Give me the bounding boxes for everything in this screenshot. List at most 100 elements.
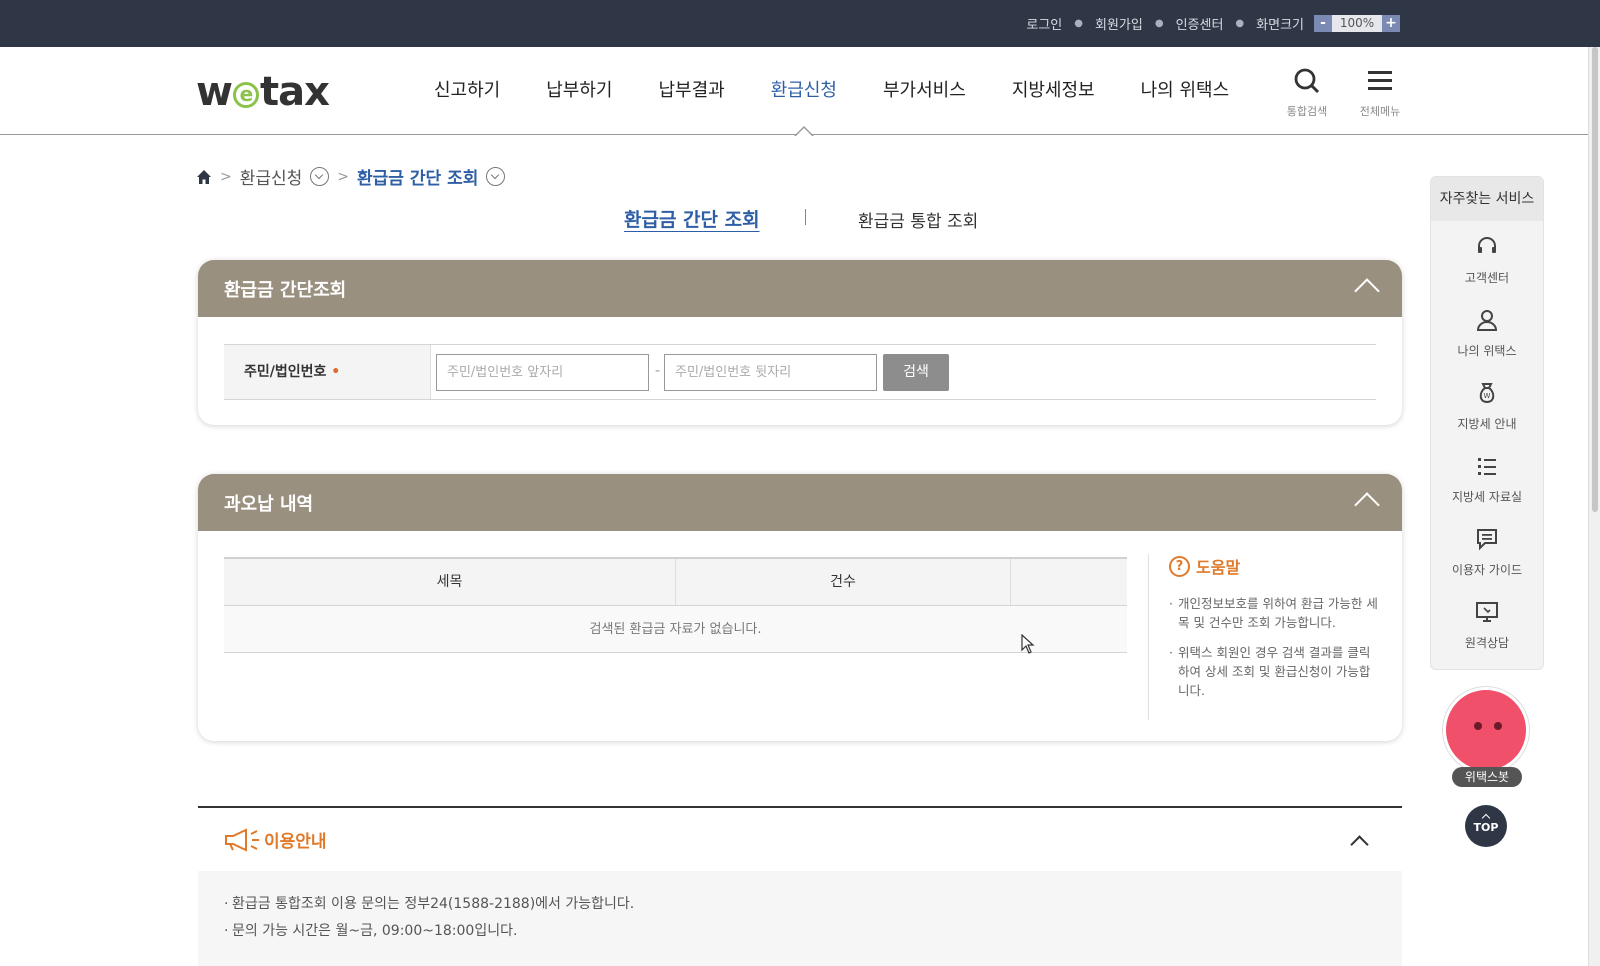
help-list: 개인정보보호를 위하여 환급 가능한 세목 및 건수만 조회 가능합니다. 위택… [1169,594,1378,700]
utility-links: 로그인 ● 회원가입 ● 인증센터 ● 화면크기 - 100% + [1026,0,1400,47]
chevron-up-icon[interactable] [1354,492,1380,518]
screen-size-label: 화면크기 [1256,18,1304,33]
quick-menu-title: 자주찾는 서비스 [1431,177,1543,221]
main-navigation: 신고하기 납부하기 납부결과 환급신청 부가서비스 지방세정보 나의 위택스 [434,47,1275,137]
separator-dot: ● [1154,18,1164,29]
chevron-down-icon[interactable] [486,167,506,186]
hamburger-icon [1368,71,1392,90]
help-item: 위택스 회원인 경우 검색 결과를 클릭하여 상세 조회 및 환급신청이 가능합… [1169,643,1378,700]
search-button[interactable]: 검색 [883,354,949,391]
tab-integrated-inquiry[interactable]: 환급금 통합 조회 [858,207,978,232]
top-utility-bar: 로그인 ● 회원가입 ● 인증센터 ● 화면크기 - 100% + [0,0,1600,47]
panel-title: 과오납 내역 [224,494,314,515]
usage-info-header: 이용안내 [198,808,1402,871]
search-label: 통합검색 [1286,105,1328,118]
quick-item-label: 지방세 자료실 [1451,490,1523,504]
chatbot-eye [1474,722,1482,730]
megaphone-icon [225,828,259,852]
help-item: 개인정보보호를 위하여 환급 가능한 세목 및 건수만 조회 가능합니다. [1169,594,1378,632]
chat-icon [1477,529,1497,551]
zoom-in-button[interactable]: + [1382,15,1400,32]
chatbot-avatar [1443,687,1529,773]
site-header: w e tax 신고하기 납부하기 납부결과 환급신청 부가서비스 지방세정보 나의… [0,47,1600,137]
nav-payment-result[interactable]: 납부결과 [659,47,725,135]
nav-payment[interactable]: 납부하기 [546,47,612,135]
signup-link[interactable]: 회원가입 [1095,14,1143,33]
logo-text-tax: tax [259,69,330,115]
user-icon [1476,310,1498,331]
quick-item-label: 지방세 안내 [1457,417,1517,431]
chevron-up-icon[interactable] [1350,835,1369,854]
page-scrollbar[interactable] [1588,47,1600,966]
menu-label: 전체메뉴 [1359,105,1401,118]
breadcrumb-separator: > [220,168,232,185]
empty-row-message: 검색된 환급금 자료가 없습니다. [224,606,1127,653]
panel-title: 환급금 간단조회 [224,280,347,301]
login-link[interactable]: 로그인 [1026,14,1062,33]
separator-dot: ● [1074,18,1083,29]
usage-info-body: 환급금 통합조회 이용 문의는 정부24(1588-2188)에서 가능합니다.… [198,871,1402,966]
zoom-out-button[interactable]: - [1314,15,1332,32]
help-heading: ? 도움말 [1169,554,1378,578]
chevron-down-icon[interactable] [310,167,330,186]
chevron-up-icon[interactable] [1354,278,1380,304]
search-icon [1294,68,1320,94]
quick-item-user-guide[interactable]: 이용자 가이드 [1431,513,1543,586]
quick-item-label: 이용자 가이드 [1451,563,1523,577]
all-menu-button[interactable]: 전체메뉴 [1350,67,1410,119]
zoom-value: 100% [1332,15,1382,32]
headset-icon [1478,237,1496,253]
wetax-logo[interactable]: w e tax [196,69,330,115]
breadcrumb-level1[interactable]: 환급신청 [240,164,303,189]
tab-simple-inquiry[interactable]: 환급금 간단 조회 [624,205,760,232]
separator-dot: ● [1235,18,1245,29]
nav-extra-services[interactable]: 부가서비스 [883,47,966,135]
help-box: ? 도움말 개인정보보호를 위하여 환급 가능한 세목 및 건수만 조회 가능합니… [1148,554,1378,720]
usage-info-item: 문의 가능 시간은 월~금, 09:00~18:00입니다. [224,918,1376,945]
nav-report[interactable]: 신고하기 [434,47,500,135]
id-back-input[interactable] [664,354,877,391]
chatbot-button[interactable]: 위택스봇 [1443,687,1531,791]
quick-item-label: 나의 위택스 [1457,344,1517,358]
id-front-input[interactable] [436,354,649,391]
zoom-control: - 100% + [1314,15,1400,32]
scrollbar-thumb[interactable] [1592,47,1598,512]
nav-my-wetax[interactable]: 나의 위택스 [1141,47,1230,135]
question-icon: ? [1169,555,1190,577]
usage-info-item: 환급금 통합조회 이용 문의는 정부24(1588-2188)에서 가능합니다. [224,891,1376,918]
svg-text:W: W [1484,392,1491,400]
quick-item-label: 원격상담 [1464,636,1510,650]
column-header-tax-item: 세목 [224,559,676,605]
quick-item-local-tax-library[interactable]: 지방세 자료실 [1431,440,1543,513]
help-title: 도움말 [1196,558,1241,577]
mouse-cursor-icon [1021,634,1035,654]
usage-info-title: 이용안내 [264,832,327,852]
quick-service-menu: 자주찾는 서비스 고객센터 나의 위택스 W 지방세 안내 지방세 자료실 이용… [1430,176,1544,670]
overpayment-table: 세목 건수 검색된 환급금 자료가 없습니다. [224,557,1127,653]
scroll-top-button[interactable]: TOP [1465,805,1507,847]
sub-tabs: 환급금 간단 조회 환급금 통합 조회 [0,203,1600,237]
quick-item-local-tax-guide[interactable]: W 지방세 안내 [1431,367,1543,440]
breadcrumb: > 환급신청 > 환급금 간단 조회 [196,164,506,189]
chatbot-eye [1494,722,1502,730]
list-icon [1478,458,1496,475]
quick-item-customer-center[interactable]: 고객센터 [1431,221,1543,294]
quick-item-my-wetax[interactable]: 나의 위택스 [1431,294,1543,367]
chatbot-label: 위택스봇 [1452,767,1522,787]
id-number-label-text: 주민/법인번호 [244,364,327,380]
breadcrumb-level2[interactable]: 환급금 간단 조회 [357,164,478,189]
usage-info-section: 이용안내 환급금 통합조회 이용 문의는 정부24(1588-2188)에서 가… [198,806,1402,966]
nav-local-tax-info[interactable]: 지방세정보 [1012,47,1095,135]
breadcrumb-separator: > [337,168,350,185]
cert-center-link[interactable]: 인증센터 [1176,14,1224,33]
home-icon[interactable] [196,169,212,185]
integrated-search-button[interactable]: 통합검색 [1277,67,1337,119]
required-mark: • [331,364,341,380]
quick-item-remote-consult[interactable]: 원격상담 [1431,586,1543,659]
panel-header: 과오납 내역 [198,474,1402,531]
money-bag-icon: W [1479,383,1495,404]
panel-header: 환급금 간단조회 [198,260,1402,317]
id-dash: - [655,363,661,379]
nav-refund[interactable]: 환급신청 [771,47,837,137]
logo-text-w: w [196,69,233,115]
